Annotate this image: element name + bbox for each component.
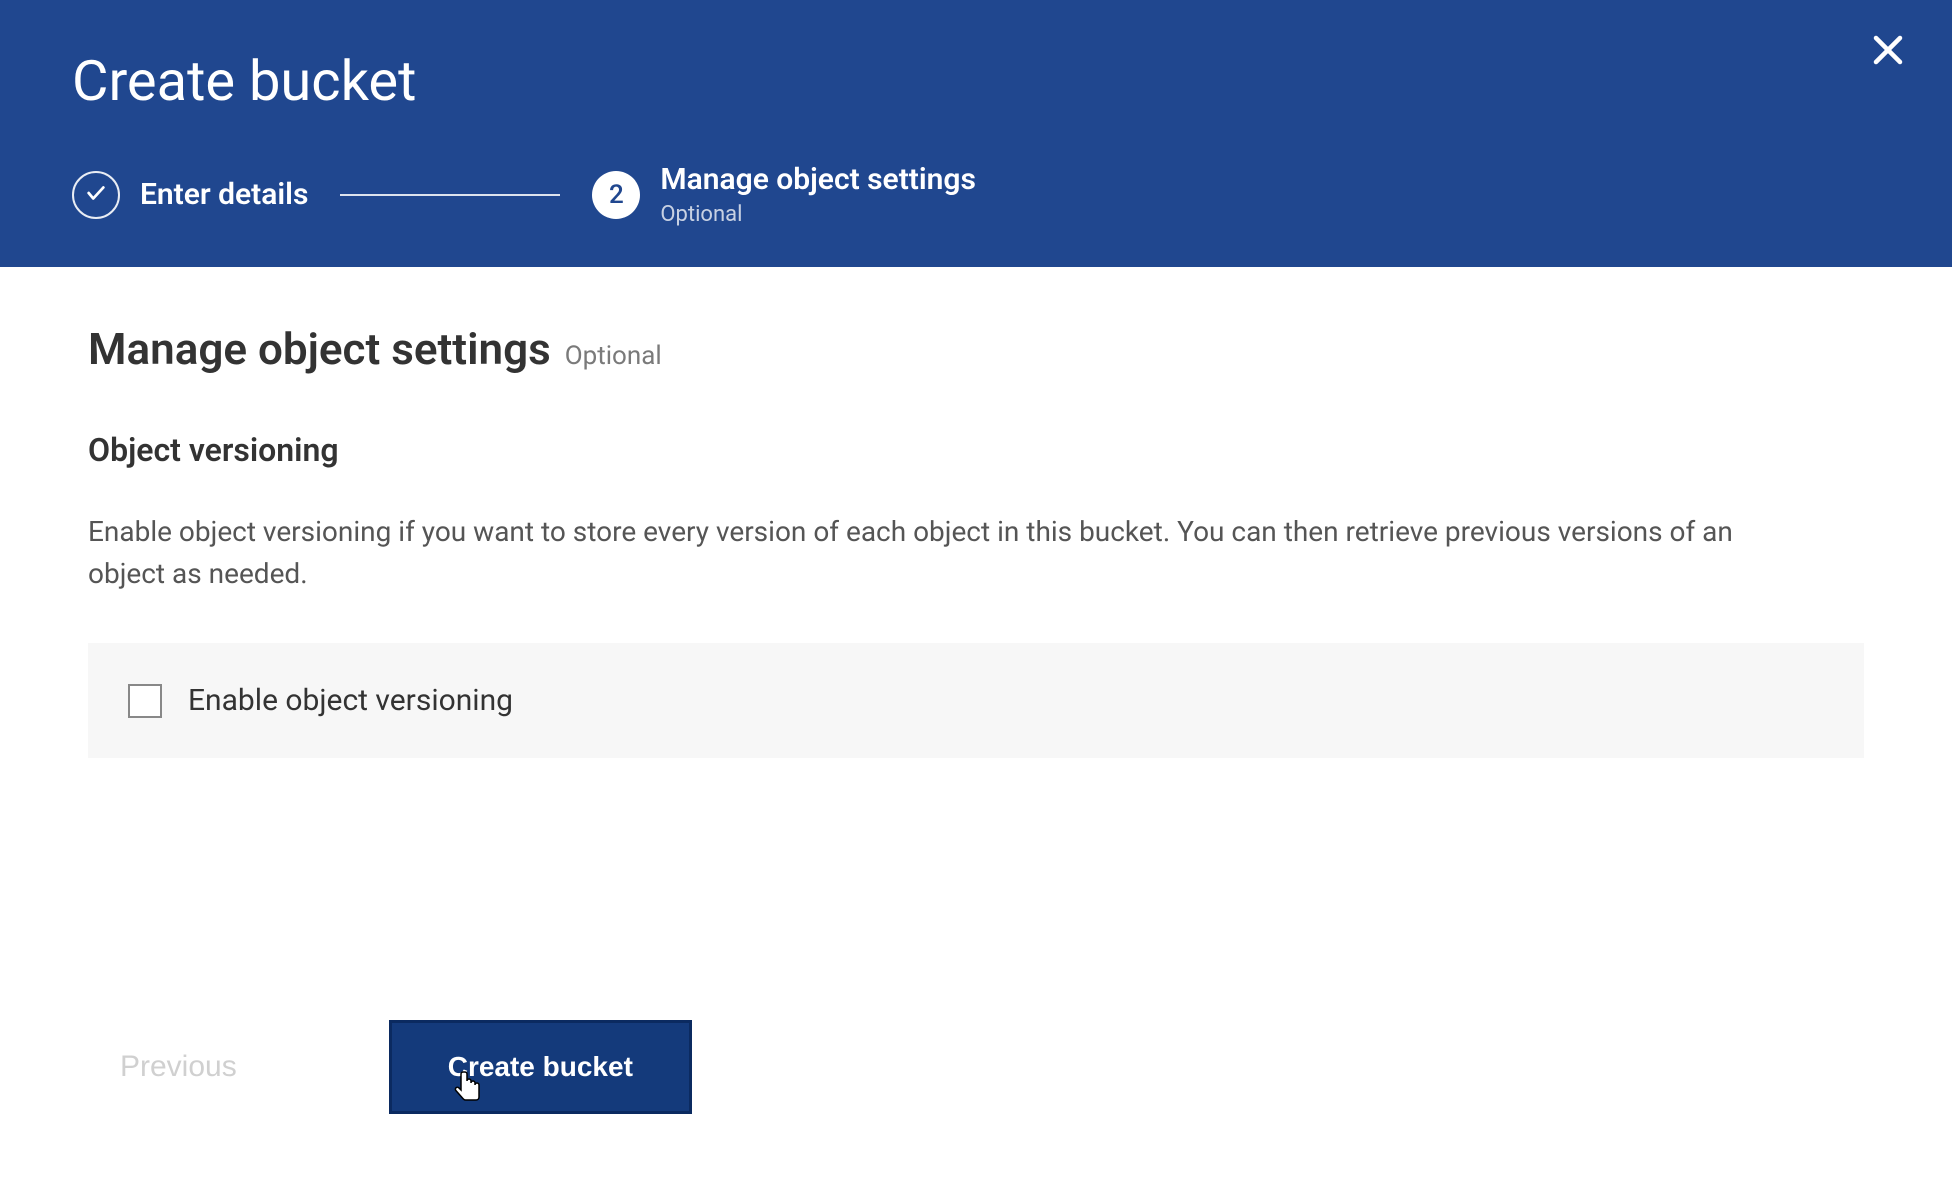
step-label: Manage object settings [660, 162, 976, 198]
enable-versioning-label[interactable]: Enable object versioning [188, 683, 513, 718]
close-icon [1870, 32, 1906, 72]
versioning-description: Enable object versioning if you want to … [88, 511, 1808, 595]
section-suffix: Optional [565, 341, 662, 371]
stepper: Enter details 2 Manage object settings O… [72, 162, 1880, 227]
step-number-badge: 2 [592, 171, 640, 219]
section-title: Manage object settings [88, 323, 551, 375]
checkmark-icon [85, 182, 107, 208]
step-manage-object-settings[interactable]: 2 Manage object settings Optional [592, 162, 976, 227]
enable-versioning-checkbox[interactable] [128, 684, 162, 718]
step-sublabel: Optional [660, 202, 976, 227]
dialog-title: Create bucket [72, 48, 1880, 114]
step-labels: Manage object settings Optional [660, 162, 976, 227]
dialog-content: Manage object settings Optional Object v… [0, 267, 1952, 758]
subheading-object-versioning: Object versioning [88, 431, 1864, 469]
section-heading-row: Manage object settings Optional [88, 323, 1864, 375]
previous-button[interactable]: Previous [88, 1026, 269, 1108]
close-button[interactable] [1864, 28, 1912, 76]
dialog-footer: Previous Create bucket [0, 1020, 1952, 1114]
versioning-option-row: Enable object versioning [88, 643, 1864, 758]
step-connector [340, 194, 560, 196]
create-bucket-button[interactable]: Create bucket [389, 1020, 692, 1114]
step-label: Enter details [140, 177, 308, 212]
step-completed-icon [72, 171, 120, 219]
dialog-header: Create bucket Enter details 2 Mana [0, 0, 1952, 267]
step-enter-details[interactable]: Enter details [72, 171, 308, 219]
